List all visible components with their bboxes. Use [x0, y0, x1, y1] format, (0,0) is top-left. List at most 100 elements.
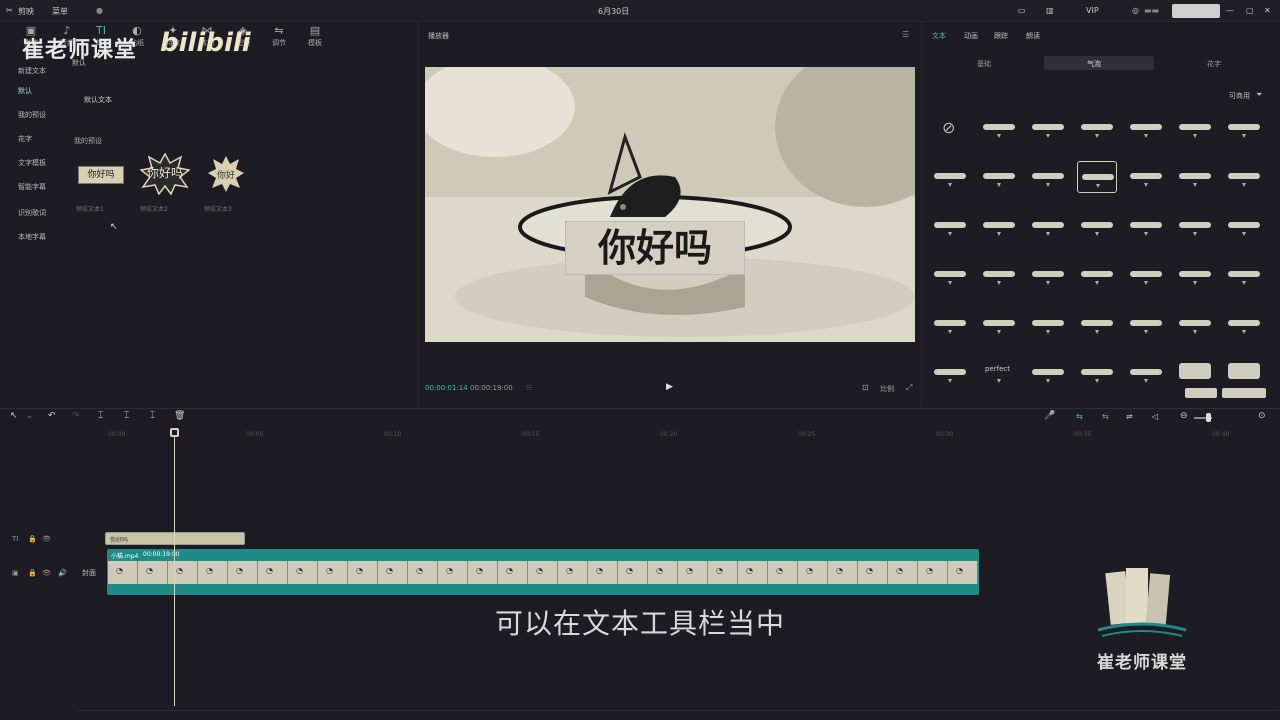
- bubble-style-23[interactable]: [1028, 259, 1068, 291]
- download-icon[interactable]: [1046, 134, 1050, 139]
- segment-tab[interactable]: 花字: [1154, 57, 1274, 71]
- download-icon[interactable]: [1193, 281, 1197, 286]
- download-icon[interactable]: [1095, 232, 1099, 237]
- bubble-style-21[interactable]: [930, 259, 970, 291]
- commercial-filter[interactable]: 可商用: [1229, 91, 1250, 101]
- fullscreen-icon[interactable]: ⤢: [906, 383, 912, 393]
- bubble-style-15[interactable]: [979, 210, 1019, 242]
- bubble-style-28[interactable]: [930, 308, 970, 340]
- download-icon[interactable]: [948, 379, 952, 384]
- sidebar-item[interactable]: 新建文本: [12, 64, 58, 78]
- bubble-style-25[interactable]: [1126, 259, 1166, 291]
- download-icon[interactable]: [1096, 184, 1100, 189]
- download-icon[interactable]: [997, 134, 1001, 139]
- bubble-style-10[interactable]: [1077, 161, 1117, 193]
- sidebar-item[interactable]: 我的预设: [12, 108, 58, 122]
- bubble-style-33[interactable]: [1175, 308, 1215, 340]
- bubble-style-40[interactable]: [1175, 357, 1215, 389]
- download-icon[interactable]: [1095, 330, 1099, 335]
- bubble-style-1[interactable]: [979, 112, 1019, 144]
- sidebar-item[interactable]: 花字: [12, 132, 58, 146]
- download-icon[interactable]: [1144, 379, 1148, 384]
- segment-tab[interactable]: 气泡: [1034, 57, 1154, 71]
- download-icon[interactable]: [1046, 232, 1050, 237]
- download-icon[interactable]: [1144, 134, 1148, 139]
- undo-icon[interactable]: ↶: [48, 411, 56, 421]
- linkage-icon[interactable]: ⇌: [1126, 412, 1133, 421]
- download-icon[interactable]: [1144, 232, 1148, 237]
- segment-tab[interactable]: 基础: [924, 57, 1044, 71]
- download-icon[interactable]: [948, 330, 952, 335]
- download-icon[interactable]: [1046, 379, 1050, 384]
- video-clip[interactable]: 小猫.mp4 00:00:19:00: [107, 549, 979, 595]
- ratio-button[interactable]: 比例: [880, 384, 894, 394]
- bubble-style-19[interactable]: [1175, 210, 1215, 242]
- playhead-handle[interactable]: [170, 428, 179, 437]
- redo-icon[interactable]: ↷: [72, 411, 80, 421]
- apply-button[interactable]: [1185, 388, 1217, 398]
- bubble-style-20[interactable]: [1224, 210, 1264, 242]
- cover-button[interactable]: 封面: [82, 568, 96, 578]
- bubble-style-14[interactable]: [930, 210, 970, 242]
- download-icon[interactable]: [948, 281, 952, 286]
- download-icon[interactable]: [1242, 183, 1246, 188]
- download-icon[interactable]: [997, 330, 1001, 335]
- filter-icon[interactable]: ⏷: [1256, 90, 1262, 100]
- bubble-style-27[interactable]: [1224, 259, 1264, 291]
- delete-icon[interactable]: 🗑: [174, 411, 185, 421]
- download-icon[interactable]: [997, 379, 1001, 384]
- bubble-style-4[interactable]: [1126, 112, 1166, 144]
- trim-right-icon[interactable]: ⌶: [150, 411, 155, 421]
- toolbar-item-模板[interactable]: ▤ 模板: [298, 24, 332, 54]
- download-icon[interactable]: [997, 183, 1001, 188]
- apply-all-button[interactable]: [1222, 388, 1266, 398]
- download-icon[interactable]: [1144, 183, 1148, 188]
- timeline-scrollbar[interactable]: [78, 710, 1278, 711]
- bubble-style-22[interactable]: [979, 259, 1019, 291]
- microphone-icon[interactable]: 🎤: [1044, 411, 1055, 421]
- download-icon[interactable]: [997, 232, 1001, 237]
- zoom-out-icon[interactable]: ⊖: [1180, 411, 1188, 421]
- sidebar-item[interactable]: 文字模板: [12, 156, 58, 170]
- bubble-style-38[interactable]: [1077, 357, 1117, 389]
- download-icon[interactable]: [948, 232, 952, 237]
- timecode-menu-icon[interactable]: ☷: [526, 384, 532, 392]
- sidebar-item[interactable]: 本地字幕: [12, 230, 58, 244]
- sidebar-item[interactable]: 识别歌词: [12, 206, 58, 220]
- download-icon[interactable]: [1095, 379, 1099, 384]
- bubble-style-18[interactable]: [1126, 210, 1166, 242]
- download-icon[interactable]: [1242, 232, 1246, 237]
- download-icon[interactable]: [1242, 134, 1246, 139]
- sidebar-item[interactable]: 默认: [12, 84, 58, 98]
- download-icon[interactable]: [1193, 134, 1197, 139]
- main-track-magnet-icon[interactable]: ⇆: [1076, 412, 1083, 421]
- download-icon[interactable]: [1046, 183, 1050, 188]
- bubble-style-8[interactable]: [979, 161, 1019, 193]
- download-icon[interactable]: [1242, 330, 1246, 335]
- fit-icon[interactable]: ⊡: [862, 383, 869, 392]
- eye-icon[interactable]: 👁: [42, 569, 51, 577]
- preset-1-thumbnail[interactable]: 你好吗: [78, 166, 124, 184]
- zoom-fit-icon[interactable]: ⊙: [1258, 411, 1266, 421]
- mute-icon[interactable]: 🔊: [58, 569, 67, 577]
- split-icon[interactable]: ⌶: [98, 411, 103, 421]
- bubble-style-31[interactable]: [1077, 308, 1117, 340]
- default-text-item[interactable]: 默认文本: [84, 95, 112, 105]
- select-dropdown-icon[interactable]: ⌄: [26, 411, 33, 420]
- download-icon[interactable]: [1046, 281, 1050, 286]
- player-menu-icon[interactable]: ☰: [902, 30, 909, 39]
- bubble-style-32[interactable]: [1126, 308, 1166, 340]
- bubble-style-2[interactable]: [1028, 112, 1068, 144]
- download-icon[interactable]: [1144, 330, 1148, 335]
- download-icon[interactable]: [1193, 183, 1197, 188]
- bubble-style-5[interactable]: [1175, 112, 1215, 144]
- sidebar-item[interactable]: 智能字幕: [12, 180, 58, 194]
- download-icon[interactable]: [1095, 134, 1099, 139]
- text-clip[interactable]: 你好吗: [105, 532, 245, 545]
- auto-snap-icon[interactable]: ⇆: [1102, 412, 1109, 421]
- bubble-style-12[interactable]: [1175, 161, 1215, 193]
- menu-button[interactable]: 菜单: [52, 6, 68, 17]
- bubble-style-17[interactable]: [1077, 210, 1117, 242]
- preview-axis-icon[interactable]: ◁: [1152, 412, 1158, 421]
- download-icon[interactable]: [997, 281, 1001, 286]
